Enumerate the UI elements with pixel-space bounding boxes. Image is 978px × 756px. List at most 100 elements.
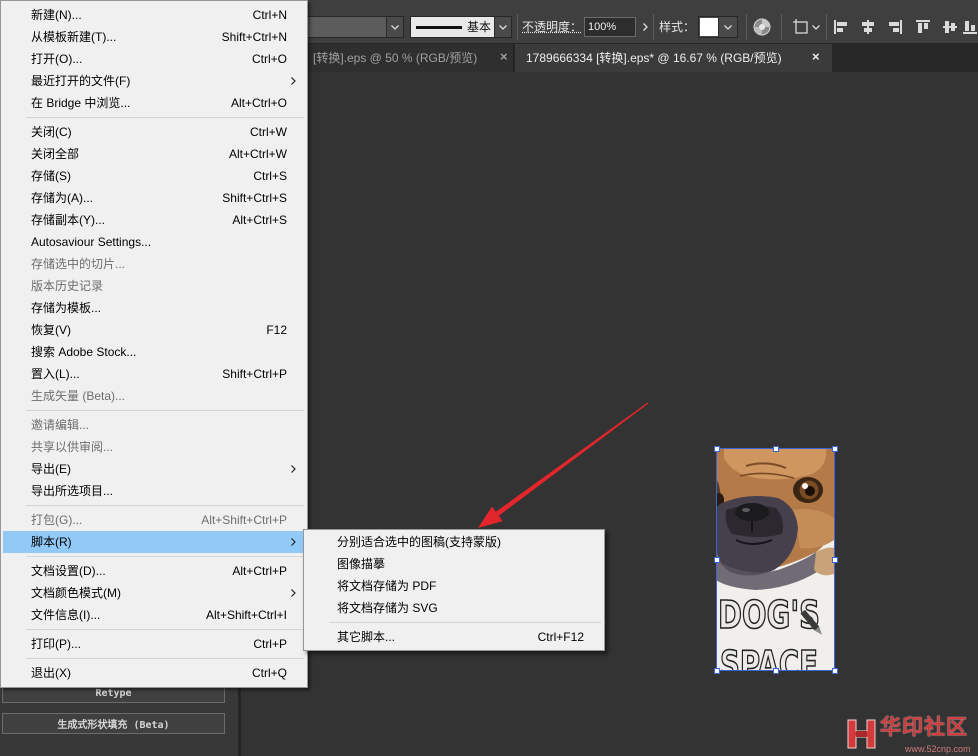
submenu-item-save-as-pdf[interactable]: 将文档存储为 PDF — [304, 575, 604, 597]
menu-item-autosaviour-settings[interactable]: Autosaviour Settings... — [1, 231, 307, 253]
opacity-value: 100% — [588, 21, 617, 33]
graphic-style-dropdown[interactable] — [698, 16, 738, 38]
toolbar-separator — [826, 14, 827, 40]
menu-item-label: 导出所选项目... — [31, 484, 114, 498]
menu-separator — [1, 553, 307, 560]
selection-handle[interactable] — [714, 668, 720, 674]
file-menu: 新建(N)... Ctrl+N 从模板新建(T)... Shift+Ctrl+N 打… — [0, 0, 308, 688]
menu-item-label: 将文档存储为 PDF — [337, 579, 437, 593]
menu-item-search-adobe-stock[interactable]: 搜索 Adobe Stock... — [1, 341, 307, 363]
menu-item-scripts[interactable]: 脚本(R) — [1, 531, 307, 553]
menu-item-place[interactable]: 置入(L)... Shift+Ctrl+P — [1, 363, 307, 385]
menu-item-new[interactable]: 新建(N)... Ctrl+N — [1, 4, 307, 26]
menu-item-label: 共享以供审阅... — [31, 440, 114, 454]
chevron-down-icon — [812, 25, 820, 30]
style-label: 样式： — [659, 20, 696, 34]
selection-handle[interactable] — [832, 557, 838, 563]
menu-item-label: 文档设置(D)... — [31, 564, 106, 578]
watermark-brand: 华印社区 — [880, 716, 968, 739]
menu-item-export[interactable]: 导出(E) — [1, 458, 307, 480]
tab-document-active[interactable]: 1789666334 [转换].eps* @ 16.67 % (RGB/预览) … — [515, 44, 832, 72]
menu-item-save-as-template[interactable]: 存储为模板... — [1, 297, 307, 319]
brush-definition-label: 基本 — [467, 20, 492, 34]
menu-item-save[interactable]: 存储(S) Ctrl+S — [1, 165, 307, 187]
menu-item-label: 置入(L)... — [31, 367, 80, 381]
menu-item-label: 退出(X) — [31, 666, 71, 680]
menu-item-label: 新建(N)... — [31, 8, 82, 22]
menu-item-label: 文档颜色模式(M) — [31, 586, 121, 600]
align-top-icon[interactable] — [915, 19, 931, 35]
opacity-input[interactable]: 100% — [584, 17, 636, 37]
menu-item-shortcut: Shift+Ctrl+P — [222, 367, 287, 381]
menu-item-browse-in-bridge[interactable]: 在 Bridge 中浏览... Alt+Ctrl+O — [1, 92, 307, 114]
menu-item-label: 邀请编辑... — [31, 418, 90, 432]
submenu-item-save-as-svg[interactable]: 将文档存储为 SVG — [304, 597, 604, 619]
selection-handle[interactable] — [714, 446, 720, 452]
menu-item-file-info[interactable]: 文件信息(I)... Alt+Shift+Ctrl+I — [1, 604, 307, 626]
opacity-slider-button[interactable] — [638, 17, 652, 37]
generative-shape-fill-button[interactable]: 生成式形状填充 (Beta) — [2, 713, 225, 734]
recolor-artwork-icon[interactable] — [753, 18, 771, 36]
submenu-item-fit-artwork-masks[interactable]: 分别适合选中的图稿(支持蒙版) — [304, 531, 604, 553]
align-right-icon[interactable] — [887, 19, 903, 35]
menu-item-label: 其它脚本... — [337, 630, 396, 644]
selection-handle[interactable] — [773, 668, 779, 674]
menu-item-label: 存储为(A)... — [31, 191, 93, 205]
stroke-weight-dropdown[interactable] — [300, 16, 404, 38]
menu-item-new-from-template[interactable]: 从模板新建(T)... Shift+Ctrl+N — [1, 26, 307, 48]
align-vertical-center-icon[interactable] — [942, 19, 958, 35]
selection-handle[interactable] — [714, 557, 720, 563]
menu-item-print[interactable]: 打印(P)... Ctrl+P — [1, 633, 307, 655]
menu-item-open[interactable]: 打开(O)... Ctrl+O — [1, 48, 307, 70]
menu-item-label: 脚本(R) — [31, 535, 72, 549]
document-tab-strip: [转换].eps @ 50 % (RGB/预览) × 1789666334 [转… — [241, 44, 978, 72]
menu-item-label: 恢复(V) — [31, 323, 71, 337]
menu-item-label: 存储副本(Y)... — [31, 213, 105, 227]
menu-item-open-recent[interactable]: 最近打开的文件(F) — [1, 70, 307, 92]
opacity-label[interactable]: 不透明度： — [522, 20, 582, 34]
tab-label: 1789666334 [转换].eps* @ 16.67 % (RGB/预览) — [526, 51, 782, 65]
chevron-down-icon — [718, 17, 737, 37]
menu-item-label: 搜索 Adobe Stock... — [31, 345, 137, 359]
selection-handle[interactable] — [832, 668, 838, 674]
menu-item-shortcut: Alt+Shift+Ctrl+P — [201, 513, 287, 527]
menu-item-save-as[interactable]: 存储为(A)... Shift+Ctrl+S — [1, 187, 307, 209]
artboard-icon — [793, 19, 808, 34]
menu-item-shortcut: Alt+Ctrl+O — [230, 96, 287, 110]
menu-item-revert[interactable]: 恢复(V) F12 — [1, 319, 307, 341]
align-left-icon[interactable] — [833, 19, 849, 35]
menu-item-export-selection[interactable]: 导出所选项目... — [1, 480, 307, 502]
menu-item-close[interactable]: 关闭(C) Ctrl+W — [1, 121, 307, 143]
submenu-item-other-scripts[interactable]: 其它脚本... Ctrl+F12 — [304, 626, 604, 648]
submenu-arrow-icon — [291, 465, 296, 473]
menu-item-label: 存储(S) — [31, 169, 71, 183]
menu-item-invite-to-edit: 邀请编辑... — [1, 414, 307, 436]
menu-item-shortcut: Alt+Ctrl+P — [232, 564, 287, 578]
tab-close-button[interactable]: × — [500, 50, 508, 64]
menu-item-close-all[interactable]: 关闭全部 Alt+Ctrl+W — [1, 143, 307, 165]
menu-item-shortcut: Ctrl+N — [252, 8, 287, 22]
menu-item-exit[interactable]: 退出(X) Ctrl+Q — [1, 662, 307, 684]
graphic-style-swatch — [700, 18, 719, 36]
selection-handle[interactable] — [773, 446, 779, 452]
brush-definition-dropdown[interactable]: 基本 — [410, 16, 512, 38]
selection-bounding-box[interactable] — [714, 446, 838, 674]
artboard-options-button[interactable] — [792, 18, 822, 36]
tab-close-button[interactable]: × — [812, 50, 820, 64]
selection-handle[interactable] — [832, 446, 838, 452]
menu-item-shortcut: Shift+Ctrl+S — [222, 191, 287, 205]
align-bottom-icon[interactable] — [962, 19, 978, 35]
menu-item-document-setup[interactable]: 文档设置(D)... Alt+Ctrl+P — [1, 560, 307, 582]
menu-item-document-color-mode[interactable]: 文档颜色模式(M) — [1, 582, 307, 604]
submenu-item-image-trace[interactable]: 图像描摹 — [304, 553, 604, 575]
menu-separator — [1, 655, 307, 662]
menu-item-label: 打印(P)... — [31, 637, 81, 651]
menu-item-save-selected-slices: 存储选中的切片... — [1, 253, 307, 275]
align-horizontal-center-icon[interactable] — [860, 19, 876, 35]
menu-item-version-history: 版本历史记录 — [1, 275, 307, 297]
chevron-right-icon — [642, 23, 648, 31]
menu-separator — [304, 619, 604, 626]
menu-item-label: 从模板新建(T)... — [31, 30, 117, 44]
menu-separator — [1, 114, 307, 121]
menu-item-save-copy[interactable]: 存储副本(Y)... Alt+Ctrl+S — [1, 209, 307, 231]
